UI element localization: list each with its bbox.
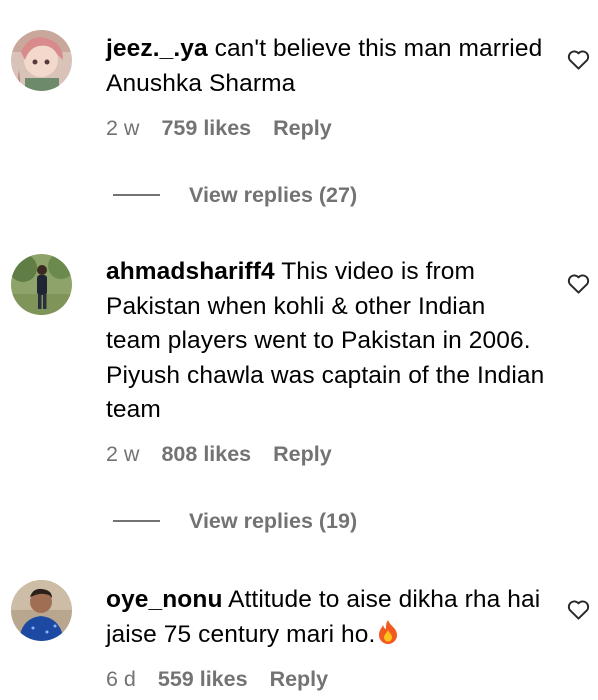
avatar-anime-character-icon (11, 30, 72, 91)
comment-username[interactable]: jeez._.ya (106, 35, 208, 62)
comment-meta: 6 d 559 likes Reply (106, 667, 350, 692)
view-replies-divider (113, 194, 160, 196)
reply-button[interactable]: Reply (273, 442, 332, 466)
avatar-man-blue-shirt-icon (11, 580, 72, 641)
view-replies-divider (113, 520, 160, 522)
comment-likes[interactable]: 759 likes (161, 116, 251, 140)
comment-username[interactable]: oye_nonu (106, 586, 223, 613)
heart-icon[interactable] (567, 599, 590, 620)
avatar[interactable] (11, 580, 72, 641)
avatar[interactable] (11, 254, 72, 315)
heart-icon[interactable] (567, 273, 590, 294)
comment-time: 2 w (106, 442, 140, 466)
fire-emoji-icon (377, 619, 399, 656)
avatar[interactable] (11, 30, 72, 91)
comment-time: 2 w (106, 116, 140, 140)
view-replies-label: View replies (19) (189, 508, 358, 533)
comment-text: jeez._.ya can't believe this man married… (106, 32, 546, 101)
comment-username[interactable]: ahmadshariff4 (106, 258, 275, 285)
avatar-man-outdoors-icon (11, 254, 72, 315)
view-replies-label: View replies (27) (189, 182, 358, 207)
comment-likes[interactable]: 808 likes (161, 442, 251, 466)
reply-button[interactable]: Reply (273, 116, 332, 140)
comment-meta: 2 w 808 likes Reply (106, 442, 354, 467)
heart-icon[interactable] (567, 49, 590, 70)
reply-button[interactable]: Reply (270, 667, 329, 691)
comment-text: ahmadshariff4 This video is from Pakista… (106, 255, 546, 428)
view-replies-button[interactable]: View replies (19) (113, 506, 357, 536)
comment-time: 6 d (106, 667, 136, 691)
comment-likes[interactable]: 559 likes (158, 667, 248, 691)
comment-meta: 2 w 759 likes Reply (106, 116, 354, 141)
view-replies-button[interactable]: View replies (27) (113, 180, 357, 210)
comment-text: oye_nonu Attitude to aise dikha rha hai … (106, 583, 546, 655)
